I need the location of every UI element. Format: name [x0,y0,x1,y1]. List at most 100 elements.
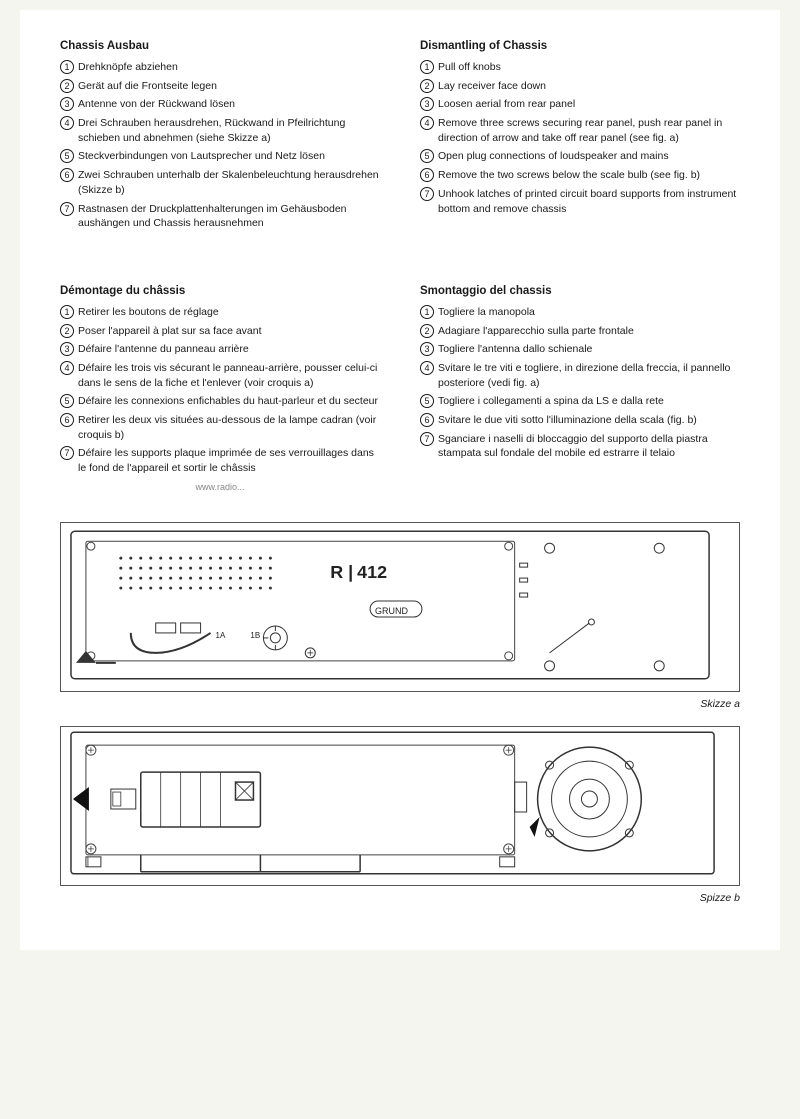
german-section: Chassis Ausbau 1 Drehknöpfe abziehen 2 Ger… [60,40,380,235]
item-text: Steckverbindungen von Lautsprecher und N… [78,149,325,164]
list-item: 5Open plug connections of loudspeaker an… [420,149,740,164]
list-item: 1 Drehknöpfe abziehen [60,60,380,75]
list-item: 2Lay receiver face down [420,79,740,94]
diagram-a-container: R | 412 GRUND 1A 1B [60,522,740,692]
item-num: 3 [420,342,434,356]
item-num: 1 [420,60,434,74]
item-num: 5 [60,149,74,163]
page: Chassis Ausbau 1 Drehknöpfe abziehen 2 Ger… [20,10,780,950]
item-num: 6 [60,168,74,182]
item-num: 7 [420,432,434,446]
svg-text:GRUND: GRUND [375,606,408,616]
item-text: Svitare le due viti sotto l'illuminazion… [438,413,697,428]
item-num: 3 [420,97,434,111]
item-num: 2 [60,324,74,338]
list-item: 6 Zwei Schrauben unterhalb der Skalenbele… [60,168,380,197]
item-num: 3 [60,97,74,111]
svg-text:1B: 1B [250,631,260,640]
item-num: 6 [420,168,434,182]
divider-1 [60,265,740,285]
item-num: 2 [420,324,434,338]
list-item: 7 Défaire les supports plaque imprimée de… [60,446,380,475]
list-item: 3 Togliere l'antenna dallo schienale [420,342,740,357]
list-item: 3 Antenne von der Rückwand lösen [60,97,380,112]
middle-columns: Démontage du châssis 1 Retirer les bouton… [60,285,740,492]
list-item: 2 Poser l'appareil à plat sur sa face ava… [60,324,380,339]
list-item: 4 Défaire les trois vis sécurant le panne… [60,361,380,390]
item-text: Drehknöpfe abziehen [78,60,178,75]
list-item: 4 Drei Schrauben herausdrehen, Rückwand i… [60,116,380,145]
item-text: Défaire les trois vis sécurant le pannea… [78,361,380,390]
french-list: 1 Retirer les boutons de réglage 2 Poser l… [60,305,380,476]
item-num: 1 [60,60,74,74]
item-num: 4 [420,361,434,375]
item-text: Adagiare l'apparecchio sulla parte front… [438,324,634,339]
item-num: 6 [60,413,74,427]
item-text: Drei Schrauben herausdrehen, Rückwand in… [78,116,380,145]
list-item: 5 Steckverbindungen von Lautsprecher und … [60,149,380,164]
item-text: Loosen aerial from rear panel [438,97,575,112]
item-num: 7 [60,202,74,216]
list-item: 1 Pull off knobs [420,60,740,75]
item-num: 4 [420,116,434,130]
diagram-a-label: Skizze a [60,698,740,710]
english-title: Dismantling of Chassis [420,40,740,52]
list-item: 6 Retirer les deux vis situées au-dessous… [60,413,380,442]
item-text: Poser l'appareil à plat sur sa face avan… [78,324,262,339]
diagrams-section: R | 412 GRUND 1A 1B [60,522,740,904]
italian-title: Smontaggio del chassis [420,285,740,297]
item-text: Antenne von der Rückwand lösen [78,97,235,112]
list-item: 7 Sganciare i naselli di bloccaggio del s… [420,432,740,461]
french-title: Démontage du châssis [60,285,380,297]
item-num: 2 [60,79,74,93]
item-num: 1 [60,305,74,319]
item-text: Remove the two screws below the scale bu… [438,168,700,183]
list-item: 3 Défaire l'antenne du panneau arrière [60,342,380,357]
item-text: Togliere l'antenna dallo schienale [438,342,592,357]
english-section: Dismantling of Chassis 1 Pull off knobs 2… [420,40,740,235]
item-num: 4 [60,361,74,375]
item-num: 4 [60,116,74,130]
italian-section: Smontaggio del chassis 1Togliere la mano… [420,285,740,492]
svg-text:R: R [330,562,343,582]
item-text: Retirer les deux vis situées au-dessous … [78,413,380,442]
item-num: 7 [60,446,74,460]
diagram-b-label: Spizze b [60,892,740,904]
list-item: 5Défaire les connexions enfichables du h… [60,394,380,409]
item-text: Gerät auf die Frontseite legen [78,79,217,94]
item-text: Défaire l'antenne du panneau arrière [78,342,249,357]
item-num: 3 [60,342,74,356]
item-num: 5 [60,394,74,408]
list-item: 4Svitare le tre viti e togliere, in dire… [420,361,740,390]
item-num: 2 [420,79,434,93]
item-text: Retirer les boutons de réglage [78,305,219,320]
list-item: 7 Unhook latches of printed circuit board… [420,187,740,216]
item-num: 5 [420,394,434,408]
diagram-a-svg: R | 412 GRUND 1A 1B [61,523,739,693]
item-text: Open plug connections of loudspeaker and… [438,149,669,164]
english-list: 1Pull off knobs 2Lay receiver face down … [420,60,740,216]
item-text: Zwei Schrauben unterhalb der Skalenbeleu… [78,168,380,197]
item-text: Togliere i collegamenti a spina da LS e … [438,394,664,409]
list-item: 6 Remove the two screws below the scale b… [420,168,740,183]
german-title: Chassis Ausbau [60,40,380,52]
item-text: Unhook latches of printed circuit board … [438,187,740,216]
list-item: 5 Togliere i collegamenti a spina da LS e… [420,394,740,409]
list-item: 4 Remove three screws securing rear panel… [420,116,740,145]
item-text: Sganciare i naselli di bloccaggio del su… [438,432,740,461]
italian-list: 1Togliere la manopola 2 Adagiare l'appare… [420,305,740,461]
list-item: 1Togliere la manopola [420,305,740,320]
list-item: 7 Rastnasen der Druckplattenhalterungen i… [60,202,380,231]
item-text: Défaire les supports plaque imprimée de … [78,446,380,475]
item-num: 7 [420,187,434,201]
diagram-b-svg [61,727,739,887]
top-columns: Chassis Ausbau 1 Drehknöpfe abziehen 2 Ger… [60,40,740,235]
list-item: 2 Adagiare l'apparecchio sulla parte fron… [420,324,740,339]
item-text: Remove three screws securing rear panel,… [438,116,740,145]
item-text: Pull off knobs [438,60,501,75]
item-text: Rastnasen der Druckplattenhalterungen im… [78,202,380,231]
item-num: 1 [420,305,434,319]
svg-text:412: 412 [357,562,387,582]
list-item: 3 Loosen aerial from rear panel [420,97,740,112]
list-item: 2 Gerät auf die Frontseite legen [60,79,380,94]
